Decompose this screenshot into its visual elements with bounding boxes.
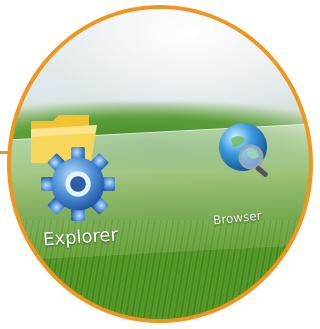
app-explorer[interactable]: Explorer — [29, 105, 149, 255]
zoom-lens: Explorer Browser — [7, 5, 313, 323]
browser-label: Browser — [212, 208, 263, 228]
gear-icon — [40, 146, 116, 222]
globe-magnifier-icon — [219, 123, 268, 178]
app-partial[interactable] — [303, 137, 313, 227]
partial-app-icon — [307, 147, 313, 191]
explorer-label: Explorer — [42, 224, 119, 251]
app-browser[interactable]: Browser — [201, 119, 291, 229]
